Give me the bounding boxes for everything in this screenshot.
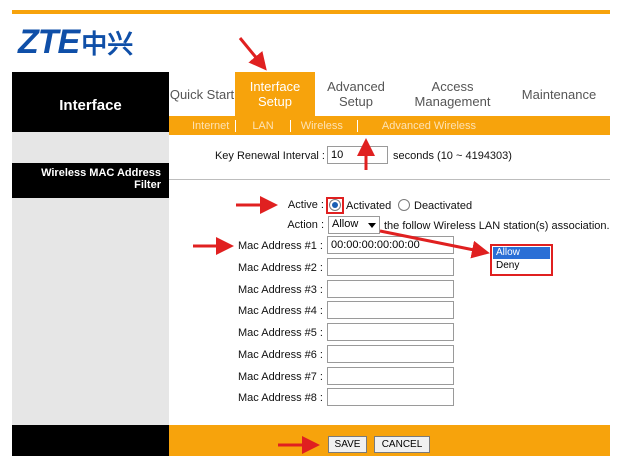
mac-input-2[interactable] [327,258,454,276]
main-nav: Quick Start Interface Setup Advanced Set… [169,72,610,116]
section-divider [169,179,610,180]
action-select-value: Allow [332,218,359,230]
sidebar-title: Interface [12,72,169,132]
mac-input-4[interactable] [327,301,454,319]
tab-interface-setup[interactable]: Interface Setup [235,72,315,116]
logo-text-cn: 中兴 [81,29,134,60]
subnav-divider [356,119,358,132]
key-renewal-label: Key Renewal Interval : [214,150,325,162]
mac-input-3[interactable] [327,280,454,298]
zte-logo: ZTE 中兴 [18,22,133,62]
subtab-lan[interactable]: LAN [246,120,279,132]
action-dropdown-list: Allow Deny [490,244,553,276]
mac-label-2: Mac Address #2 : [238,262,323,274]
mac-label-7: Mac Address #7 : [238,371,323,383]
dropdown-option-deny[interactable]: Deny [493,260,550,272]
subnav-divider [235,119,237,132]
mac-label-3: Mac Address #3 : [238,284,323,296]
sub-nav: Internet LAN Wireless Advanced Wireless [169,116,610,135]
subtab-internet[interactable]: Internet [186,120,235,132]
mac-label-6: Mac Address #6 : [238,349,323,361]
tab-access-management[interactable]: Access Management [397,72,508,116]
subtab-advanced-wireless[interactable]: Advanced Wireless [376,120,482,132]
mac-label-5: Mac Address #5 : [238,327,323,339]
subtab-wireless[interactable]: Wireless [295,120,349,132]
active-activated-label: Activated [346,200,392,212]
mac-label-1: Mac Address #1 : [238,240,323,252]
save-button[interactable]: SAVE [328,436,367,453]
tab-maintenance[interactable]: Maintenance [508,72,610,116]
subnav-divider [289,119,291,132]
sidebar-footer [12,425,169,456]
mac-label-4: Mac Address #4 : [238,305,323,317]
active-label: Active : [287,199,324,211]
logo-text: ZTE [18,22,80,61]
mac-input-8[interactable] [327,388,454,406]
action-label: Action : [287,219,324,231]
sidebar-section-title: Wireless MAC Address Filter [12,163,169,198]
mac-input-7[interactable] [327,367,454,385]
key-renewal-input[interactable] [327,146,388,164]
active-activated-radio[interactable] [329,199,341,211]
mac-input-1[interactable] [327,236,454,254]
mac-input-5[interactable] [327,323,454,341]
dropdown-option-allow[interactable]: Allow [493,247,550,259]
tab-advanced-setup[interactable]: Advanced Setup [315,72,397,116]
chevron-down-icon [368,223,376,228]
active-deactivated-radio[interactable] [398,199,410,211]
mac-label-8: Mac Address #8 : [238,392,323,404]
action-select[interactable]: Allow [328,216,380,234]
key-renewal-unit: seconds (10 ~ 4194303) [393,150,512,162]
top-accent-bar [12,10,610,14]
action-suffix: the follow Wireless LAN station(s) assoc… [384,220,610,232]
cancel-button[interactable]: CANCEL [374,436,430,453]
mac-input-6[interactable] [327,345,454,363]
tab-quick-start[interactable]: Quick Start [169,72,235,116]
active-deactivated-label: Deactivated [414,200,473,212]
arrow-interface-setup [238,37,267,71]
